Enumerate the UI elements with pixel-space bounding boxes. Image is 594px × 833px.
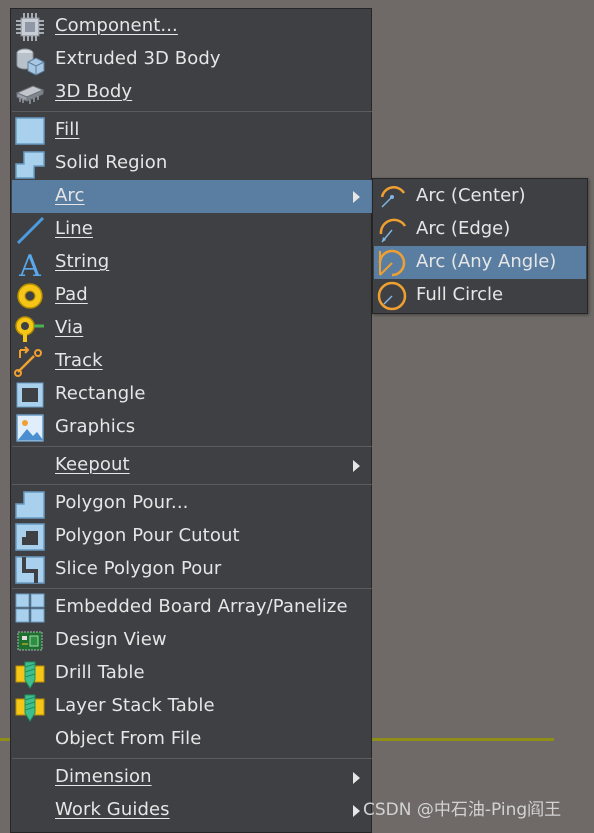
menu-item-polygon-pour[interactable]: Polygon Pour... — [12, 487, 372, 520]
menu-item-label: Via — [55, 317, 84, 338]
pad-icon — [17, 283, 43, 309]
menu-item-graphics[interactable]: Graphics — [12, 411, 372, 444]
menu-item-string[interactable]: A String — [12, 246, 372, 279]
menu-item-slice-polygon-pour[interactable]: Slice Polygon Pour — [12, 553, 372, 586]
place-context-menu: Component... Extruded 3D Body 3D Body Fi… — [10, 8, 372, 833]
menu-item-fill[interactable]: Fill — [12, 114, 372, 147]
submenu-item-full-circle[interactable]: Full Circle — [374, 279, 586, 312]
component-chip-icon — [16, 13, 44, 41]
menu-item-work-guides[interactable]: Work Guides — [12, 794, 372, 827]
menu-item-polygon-pour-cutout[interactable]: Polygon Pour Cutout — [12, 520, 372, 553]
arc-center-icon — [380, 186, 406, 208]
menu-item-label: Arc — [55, 185, 85, 206]
menu-item-label: Design View — [55, 629, 167, 650]
menu-item-keepout[interactable]: Keepout — [12, 449, 372, 482]
menu-item-label: Track — [55, 350, 103, 371]
menu-item-label: Layer Stack Table — [55, 695, 215, 716]
menu-item-embedded-board-array[interactable]: Embedded Board Array/Panelize — [12, 591, 372, 624]
menu-separator — [12, 446, 372, 447]
menu-item-label: Extruded 3D Body — [55, 48, 221, 69]
track-icon — [14, 346, 42, 377]
menu-item-via[interactable]: Via — [12, 312, 372, 345]
3d-body-icon — [15, 85, 45, 104]
menu-separator — [12, 111, 372, 112]
menu-separator — [12, 588, 372, 589]
submenu-arrow-icon — [353, 805, 360, 817]
menu-item-pad[interactable]: Pad — [12, 279, 372, 312]
menu-item-label: Slice Polygon Pour — [55, 558, 222, 579]
menu-item-label: Polygon Pour... — [55, 492, 189, 513]
svg-text:A: A — [18, 249, 41, 279]
menu-item-label: Graphics — [55, 416, 136, 437]
menu-item-label: Keepout — [55, 454, 130, 475]
fill-icon — [15, 117, 45, 145]
submenu-item-arc-any-angle[interactable]: Arc (Any Angle) — [374, 246, 586, 279]
submenu-item-label: Arc (Center) — [416, 185, 526, 206]
graphics-icon — [16, 414, 44, 442]
menu-item-label: Drill Table — [55, 662, 145, 683]
menu-item-layer-stack-table[interactable]: Layer Stack Table — [12, 690, 372, 723]
menu-item-extruded-3d-body[interactable]: Extruded 3D Body — [12, 43, 372, 76]
menu-separator — [12, 484, 372, 485]
submenu-item-label: Full Circle — [416, 284, 504, 305]
menu-item-label: Polygon Pour Cutout — [55, 525, 240, 546]
menu-item-label: Object From File — [55, 728, 202, 749]
extruded-body-icon — [16, 48, 45, 76]
polygon-cutout-icon — [15, 523, 45, 551]
submenu-item-label: Arc (Any Angle) — [416, 251, 557, 272]
submenu-item-label: Arc (Edge) — [416, 218, 511, 239]
menu-separator — [12, 758, 372, 759]
menu-item-solid-region[interactable]: Solid Region — [12, 147, 372, 180]
menu-item-track[interactable]: Track — [12, 345, 372, 378]
submenu-arrow-icon — [353, 772, 360, 784]
menu-item-design-view[interactable]: Design View — [12, 624, 372, 657]
arc-any-angle-icon — [378, 249, 406, 277]
menu-item-label: Rectangle — [55, 383, 146, 404]
menu-item-label: 3D Body — [55, 81, 133, 102]
board-array-icon — [15, 593, 45, 623]
rectangle-icon — [16, 382, 44, 408]
menu-item-arc[interactable]: Arc — [12, 180, 372, 213]
menu-item-line[interactable]: Line — [12, 213, 372, 246]
menu-item-drill-table[interactable]: Drill Table — [12, 657, 372, 690]
menu-item-dimension[interactable]: Dimension — [12, 761, 372, 794]
slice-polygon-icon — [15, 556, 45, 584]
menu-item-3d-body[interactable]: 3D Body — [12, 76, 372, 109]
submenu-item-arc-edge[interactable]: Arc (Edge) — [374, 213, 586, 246]
design-view-icon — [17, 631, 43, 651]
menu-item-label: String — [55, 251, 110, 272]
menu-item-label: Dimension — [55, 766, 152, 787]
layer-stack-table-icon — [15, 694, 45, 722]
menu-item-label: Solid Region — [55, 152, 168, 173]
submenu-arrow-icon — [353, 460, 360, 472]
menu-item-label: Component... — [55, 15, 178, 36]
submenu-item-arc-center[interactable]: Arc (Center) — [374, 180, 586, 213]
menu-item-object-from-file[interactable]: Object From File — [12, 723, 372, 756]
arc-edge-icon — [379, 218, 407, 243]
menu-item-rectangle[interactable]: Rectangle — [12, 378, 372, 411]
solid-region-icon — [15, 151, 45, 179]
string-icon: A — [18, 249, 41, 279]
polygon-pour-icon — [15, 491, 45, 519]
arc-submenu: Arc (Center) Arc (Edge) Arc (Any Angle) … — [372, 178, 588, 314]
menu-item-label: Line — [55, 218, 93, 239]
menu-item-label: Fill — [55, 119, 80, 140]
line-icon — [16, 216, 45, 245]
menu-item-label: Work Guides — [55, 799, 170, 820]
drill-table-icon — [15, 661, 45, 689]
full-circle-icon — [377, 281, 407, 311]
via-icon — [15, 316, 44, 342]
menu-item-label: Embedded Board Array/Panelize — [55, 596, 348, 617]
submenu-arrow-icon — [353, 191, 360, 203]
menu-item-component[interactable]: Component... — [12, 10, 372, 43]
watermark-text: CSDN @中石油-Ping阎王 — [363, 800, 562, 820]
menu-item-label: Pad — [55, 284, 88, 305]
